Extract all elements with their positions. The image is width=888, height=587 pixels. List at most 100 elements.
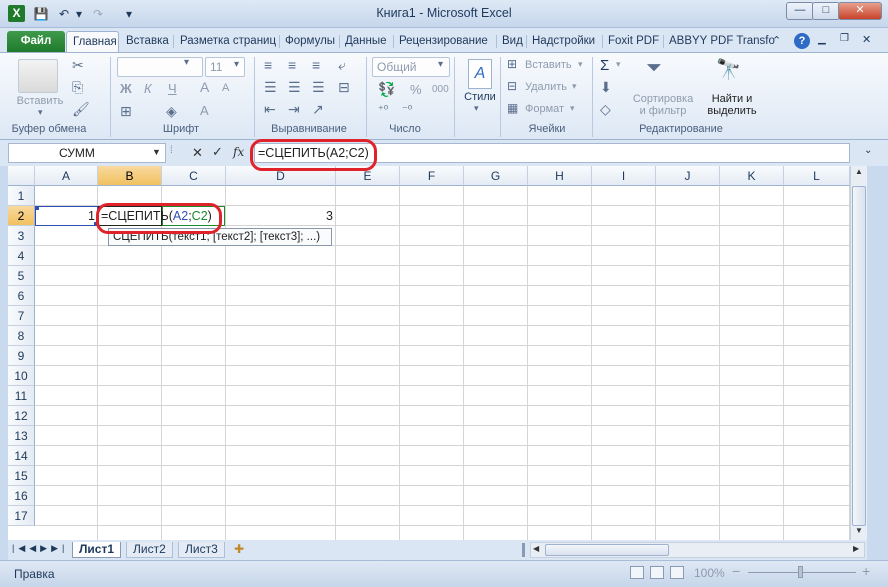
- tab-data[interactable]: Данные: [339, 31, 393, 52]
- wrap-text-icon[interactable]: ⤶: [338, 57, 346, 74]
- minimize-button[interactable]: —: [786, 2, 814, 20]
- insert-function-button[interactable]: fx: [233, 145, 244, 159]
- insert-cells-icon[interactable]: ⊞: [507, 57, 517, 71]
- row-header-5[interactable]: 5: [8, 266, 35, 286]
- scroll-up-icon[interactable]: ▲: [853, 167, 865, 183]
- row-header-6[interactable]: 6: [8, 286, 35, 306]
- tab-page-layout[interactable]: Разметка страниц: [174, 31, 282, 52]
- horizontal-scrollbar[interactable]: ◀ ▶: [530, 542, 865, 558]
- row-header-3[interactable]: 3: [8, 226, 35, 246]
- font-name-select[interactable]: [117, 57, 203, 77]
- tab-split-handle[interactable]: [522, 543, 525, 557]
- format-cells-icon[interactable]: ▦: [507, 101, 518, 115]
- horizontal-scroll-thumb[interactable]: [545, 544, 669, 556]
- decrease-decimal-icon[interactable]: ⁻⁰: [402, 103, 412, 116]
- row-header-4[interactable]: 4: [8, 246, 35, 266]
- column-header-a[interactable]: A: [35, 166, 98, 186]
- tab-review[interactable]: Рецензирование: [393, 31, 494, 52]
- shrink-font-button[interactable]: A: [222, 82, 229, 94]
- sheet-nav-icon[interactable]: |◀◀▶▶|: [12, 543, 68, 554]
- row-header-9[interactable]: 9: [8, 346, 35, 366]
- column-header-h[interactable]: H: [528, 166, 592, 186]
- column-header-k[interactable]: K: [720, 166, 784, 186]
- tab-addins[interactable]: Надстройки: [526, 31, 601, 52]
- zoom-level[interactable]: 100%: [694, 566, 725, 580]
- fill-icon[interactable]: ⬇: [600, 79, 612, 96]
- find-select-button[interactable]: Найти и выделить: [700, 93, 764, 117]
- row-header-2[interactable]: 2: [8, 206, 35, 226]
- borders-icon[interactable]: ⊞: [120, 103, 132, 120]
- sheet-tab-1[interactable]: Лист1: [72, 542, 122, 558]
- sort-filter-button[interactable]: Сортировка и фильтр: [626, 93, 700, 117]
- clear-icon[interactable]: ◇: [600, 101, 611, 118]
- tab-insert[interactable]: Вставка: [120, 31, 175, 52]
- page-layout-view-icon[interactable]: [650, 566, 664, 579]
- thousands-button[interactable]: 000: [432, 84, 449, 95]
- column-header-j[interactable]: J: [656, 166, 720, 186]
- autosum-button[interactable]: Σ: [600, 57, 609, 74]
- tab-view[interactable]: Вид: [496, 31, 529, 52]
- new-sheet-icon[interactable]: ✚: [234, 542, 244, 556]
- select-all-corner[interactable]: [8, 166, 35, 186]
- align-middle-icon[interactable]: ≡: [288, 57, 296, 73]
- align-top-icon[interactable]: ≡: [264, 57, 272, 73]
- row-header-15[interactable]: 15: [8, 466, 35, 486]
- fill-color-icon[interactable]: ◈: [166, 103, 177, 120]
- cut-icon[interactable]: ✂: [72, 57, 84, 74]
- row-header-14[interactable]: 14: [8, 446, 35, 466]
- row-header-16[interactable]: 16: [8, 486, 35, 506]
- formula-bar-splitter-icon[interactable]: ⁞: [170, 145, 184, 161]
- row-header-13[interactable]: 13: [8, 426, 35, 446]
- maximize-button[interactable]: □: [812, 2, 840, 20]
- cell-a2[interactable]: 1: [60, 209, 95, 223]
- row-header-1[interactable]: 1: [8, 186, 35, 206]
- scroll-left-icon[interactable]: ◀: [533, 544, 539, 553]
- row-header-10[interactable]: 10: [8, 366, 35, 386]
- delete-cells-icon[interactable]: ⊟: [507, 79, 517, 93]
- tab-abbyy-pdf[interactable]: ABBYY PDF Transfo: [663, 31, 781, 52]
- increase-decimal-icon[interactable]: ⁺⁰: [378, 103, 388, 116]
- format-cells-button[interactable]: Формат: [525, 103, 564, 115]
- delete-cells-button[interactable]: Удалить: [525, 81, 567, 93]
- page-break-view-icon[interactable]: [670, 566, 684, 579]
- paste-icon[interactable]: [18, 59, 58, 93]
- styles-button[interactable]: Стили: [458, 91, 502, 103]
- cell-d2[interactable]: 3: [290, 209, 333, 223]
- column-header-i[interactable]: I: [592, 166, 656, 186]
- name-box[interactable]: СУММ: [8, 143, 166, 163]
- close-button[interactable]: ✕: [838, 2, 882, 20]
- align-left-icon[interactable]: ☰: [264, 79, 277, 96]
- italic-button[interactable]: К: [144, 81, 152, 96]
- zoom-slider-thumb[interactable]: [798, 566, 803, 578]
- font-color-icon[interactable]: A: [200, 103, 209, 118]
- doc-restore-icon[interactable]: ❐: [840, 33, 849, 44]
- align-right-icon[interactable]: ☰: [312, 79, 325, 96]
- copy-icon[interactable]: ⎘: [72, 79, 83, 96]
- grow-font-button[interactable]: A: [200, 79, 209, 95]
- percent-button[interactable]: %: [410, 82, 422, 97]
- column-header-b[interactable]: B: [98, 166, 162, 186]
- expand-formula-bar-icon[interactable]: ⌄: [864, 145, 872, 156]
- format-painter-icon[interactable]: 🖌: [72, 101, 90, 118]
- enter-formula-button[interactable]: ✓: [212, 144, 223, 160]
- tab-home[interactable]: Главная: [66, 31, 119, 52]
- tab-foxit-pdf[interactable]: Foxit PDF: [602, 31, 665, 52]
- tab-formulas[interactable]: Формулы: [279, 31, 341, 52]
- align-bottom-icon[interactable]: ≡: [312, 57, 320, 73]
- vertical-scroll-thumb[interactable]: [852, 186, 866, 526]
- column-header-c[interactable]: C: [162, 166, 226, 186]
- currency-icon[interactable]: 💱: [378, 81, 395, 98]
- row-header-11[interactable]: 11: [8, 386, 35, 406]
- column-header-g[interactable]: G: [464, 166, 528, 186]
- align-center-icon[interactable]: ☰: [288, 79, 301, 96]
- sort-filter-icon[interactable]: ⏷: [646, 57, 662, 80]
- column-header-f[interactable]: F: [400, 166, 464, 186]
- styles-icon[interactable]: A: [468, 59, 492, 89]
- name-box-dropdown-icon[interactable]: ▼: [152, 147, 161, 157]
- merge-center-icon[interactable]: ⊟: [338, 79, 350, 96]
- decrease-indent-icon[interactable]: ⇤: [264, 101, 276, 118]
- column-header-l[interactable]: L: [784, 166, 850, 186]
- zoom-out-button[interactable]: −: [732, 563, 740, 579]
- collapse-ribbon-icon[interactable]: ⌃: [772, 34, 786, 48]
- tab-file[interactable]: Файл: [7, 31, 65, 52]
